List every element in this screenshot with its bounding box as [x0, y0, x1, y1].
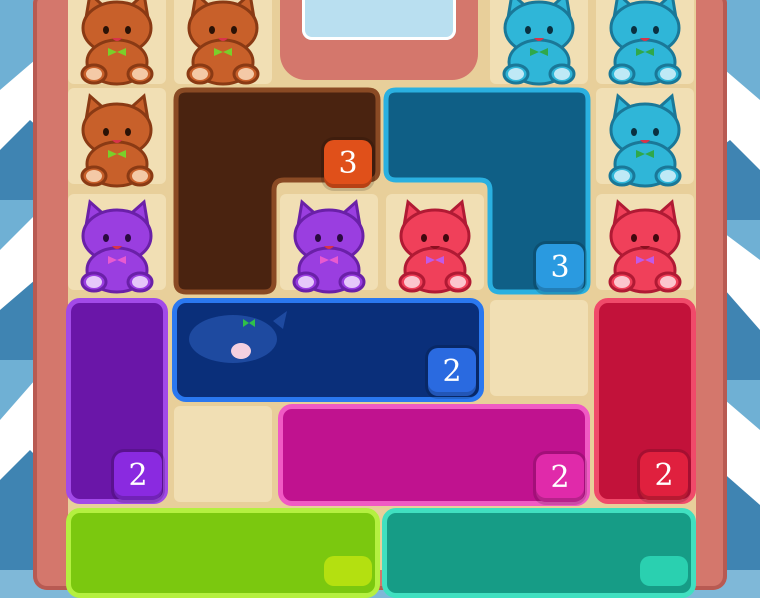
- exit-water: [302, 0, 456, 40]
- magenta-block-moves-badge: 2: [536, 454, 584, 502]
- red-block-moves-badge: 2: [640, 452, 688, 500]
- exit-hole: [280, 0, 478, 80]
- cat-pink[interactable]: [596, 196, 694, 294]
- cat-blue[interactable]: [596, 0, 694, 86]
- blue-block-moves-badge: 3: [536, 244, 584, 292]
- brown-l-block[interactable]: [172, 86, 382, 296]
- brown-block-moves-badge: 3: [324, 140, 372, 188]
- brown-block-moves-label: 3: [338, 146, 358, 181]
- lime-block-moves-badge: [324, 556, 372, 586]
- navy-block-moves-label: 2: [442, 354, 462, 389]
- cat-orange[interactable]: [68, 90, 166, 188]
- teal-block-moves-badge: [640, 556, 688, 586]
- magenta-block-moves-label: 2: [550, 460, 570, 495]
- purple-block-moves-label: 2: [128, 458, 148, 493]
- cat-blue[interactable]: [490, 0, 588, 86]
- purple-block-moves-badge: 2: [114, 452, 162, 500]
- red-block-moves-label: 2: [654, 458, 674, 493]
- cat-orange[interactable]: [68, 0, 166, 86]
- navy-block-moves-badge: 2: [428, 348, 476, 396]
- cat-purple[interactable]: [68, 196, 166, 294]
- cat-orange[interactable]: [174, 0, 272, 86]
- sleeping-cat-icon: [189, 311, 287, 363]
- blue-block-moves-label: 3: [550, 250, 570, 285]
- cat-blue[interactable]: [596, 90, 694, 188]
